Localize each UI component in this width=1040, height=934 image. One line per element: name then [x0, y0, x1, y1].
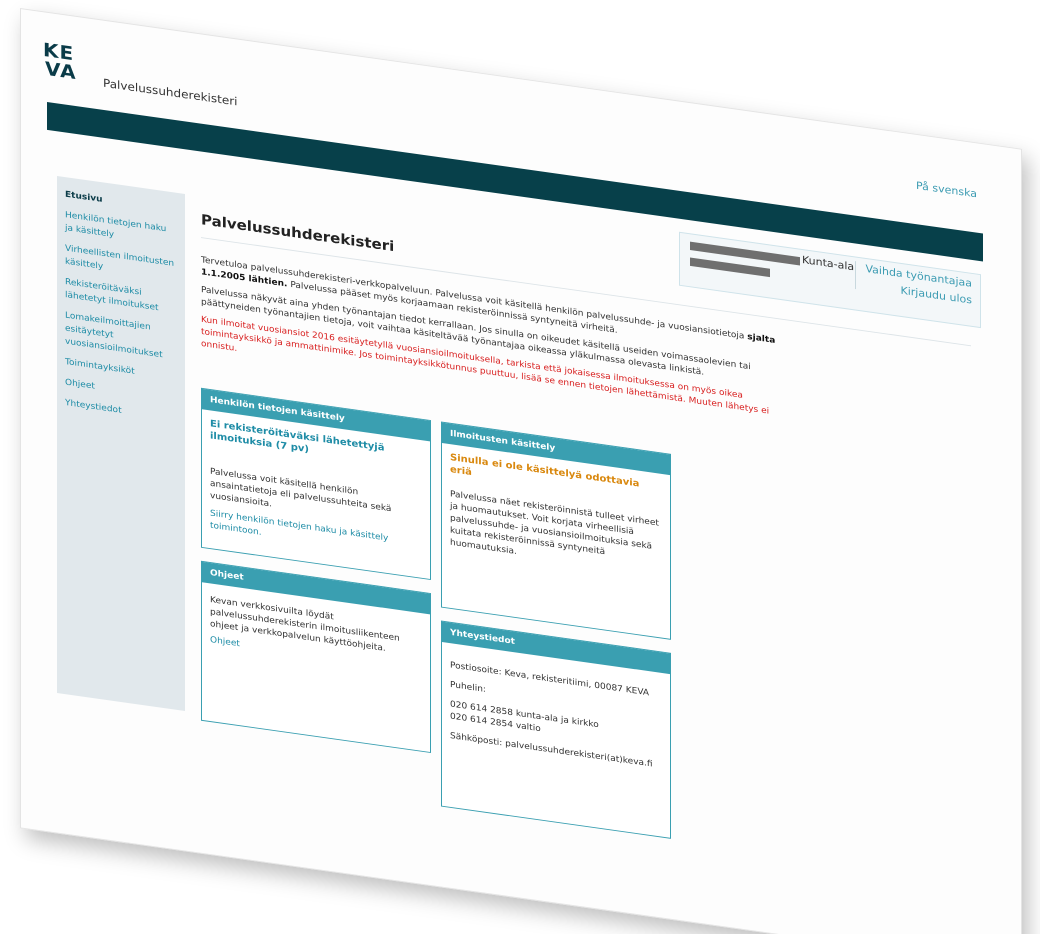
language-link[interactable]: På svenska — [916, 179, 977, 200]
switch-employer-link[interactable]: Vaihda työnantajaa — [866, 263, 973, 290]
contact-card: Yhteystiedot Postiosoite: Keva, rekister… — [441, 620, 671, 839]
redacted-id — [690, 257, 770, 278]
header-banner — [47, 102, 983, 262]
keva-logo[interactable]: KE VA — [43, 38, 77, 84]
screenshot-stage: KE VA Palvelussuhderekisteri På svenska … — [0, 0, 1040, 934]
logo-text-bottom: VA — [45, 57, 77, 84]
browser-page: KE VA Palvelussuhderekisteri På svenska … — [20, 8, 1022, 934]
divider — [855, 261, 856, 290]
notices-card: Ilmoitusten käsittely Sinulla ei ole käs… — [441, 421, 671, 640]
sidebar-nav: Etusivu Henkilön tietojen haku ja käsitt… — [57, 175, 185, 712]
person-card: Henkilön tietojen käsittely Ei rekisterö… — [201, 387, 431, 581]
cards-area: Henkilön tietojen käsittely Ei rekisterö… — [201, 387, 721, 898]
site-name: Palvelussuhderekisteri — [103, 76, 238, 109]
organization-label: Kunta-ala — [802, 253, 855, 274]
guides-card: Ohjeet Kevan verkkosivuilta löydät palve… — [201, 560, 431, 754]
